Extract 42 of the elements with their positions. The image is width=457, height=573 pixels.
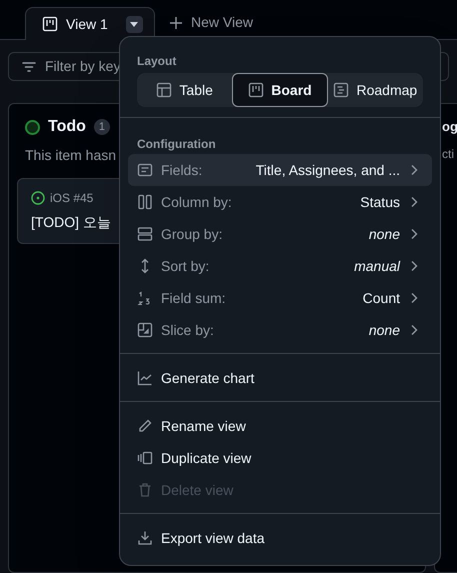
- column-title: Todo: [48, 117, 86, 137]
- section-heading: Configuration: [137, 137, 216, 151]
- open-issue-icon: [31, 191, 45, 205]
- filter-placeholder: Filter by key: [45, 57, 120, 76]
- line-chart-icon: [137, 370, 153, 386]
- slice-icon: [137, 322, 153, 338]
- menu-item[interactable]: Rename view: [128, 410, 432, 442]
- pencil-icon: [137, 418, 153, 434]
- column-description: cti: [442, 146, 454, 163]
- columns-icon: [137, 194, 153, 210]
- status-icon: [25, 120, 40, 134]
- rows-icon: [137, 226, 153, 242]
- menu-item[interactable]: Fields: Title, Assignees, and ...: [128, 154, 432, 186]
- new-view-button[interactable]: New View: [169, 6, 253, 39]
- duplicate-icon: [137, 450, 153, 466]
- layout-option[interactable]: Roadmap: [328, 73, 423, 107]
- table-icon: [156, 82, 172, 98]
- view-tab[interactable]: View 1: [25, 7, 155, 40]
- download-icon: [137, 530, 153, 546]
- menu-item[interactable]: Group by: none: [128, 218, 432, 250]
- item-count: 1: [94, 119, 110, 135]
- layout-option[interactable]: Table: [137, 73, 232, 107]
- menu-item[interactable]: Slice by: none: [128, 314, 432, 346]
- menu-item[interactable]: Column by: Status: [128, 186, 432, 218]
- plus-icon: [169, 16, 183, 30]
- menu-item[interactable]: Field sum: Count: [128, 282, 432, 314]
- menu-item[interactable]: Export view data: [128, 522, 432, 554]
- board-icon: [42, 16, 58, 32]
- roadmap-icon: [333, 82, 350, 98]
- board-icon: [248, 82, 264, 98]
- menu-item[interactable]: Duplicate view: [128, 442, 432, 474]
- section-heading: Layout: [137, 54, 176, 68]
- column-title: og: [442, 118, 457, 136]
- layout-option[interactable]: Board: [232, 73, 328, 107]
- menu-item[interactable]: Sort by: manual: [128, 250, 432, 282]
- caret-icon: [130, 22, 138, 26]
- view-options-button[interactable]: [126, 16, 143, 32]
- issue-reference: iOS #45: [50, 190, 94, 207]
- trash-icon: [137, 482, 153, 498]
- column-description: This item hasn: [25, 146, 116, 165]
- list-icon: [137, 162, 153, 178]
- menu-item[interactable]: Generate chart: [128, 362, 432, 394]
